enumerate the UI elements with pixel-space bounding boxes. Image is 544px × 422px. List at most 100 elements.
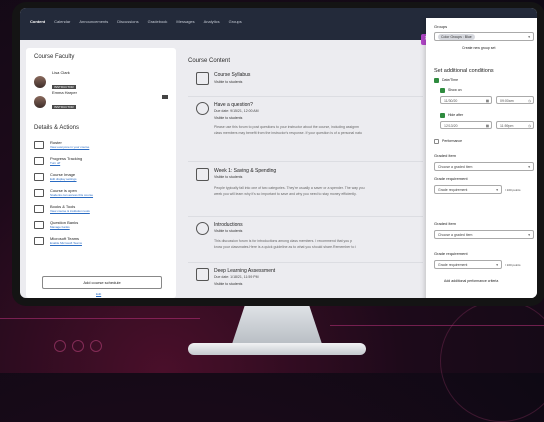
hide-after-date-input[interactable]: 12/13/20 ▦	[440, 121, 492, 129]
tab-calendar[interactable]: Calendar	[54, 19, 70, 24]
detail-link[interactable]: Manage banks	[50, 225, 78, 229]
bank-icon	[34, 221, 44, 229]
decor-circle	[72, 340, 84, 352]
item-description: Please use this forum to post questions …	[214, 125, 359, 129]
tab-discussions[interactable]: Discussions	[117, 19, 138, 24]
detail-link[interactable]: Students can access this course	[50, 193, 93, 197]
chevron-down-icon: ▾	[528, 165, 530, 169]
item-title[interactable]: Week 1: Saving & Spending	[214, 168, 276, 174]
tab-messages[interactable]: Messages	[176, 19, 194, 24]
progress-icon	[34, 157, 44, 165]
graded-item-select[interactable]: Choose a graded item ▾	[434, 230, 534, 239]
graded-item-label: Graded item	[434, 153, 457, 158]
select-value: Choose a graded item	[438, 165, 473, 169]
teams-icon	[34, 237, 44, 245]
divider	[188, 262, 423, 263]
detail-course-image[interactable]: Course Image Edit display settings	[34, 172, 77, 181]
datetime-checkbox[interactable]	[434, 78, 439, 83]
detail-link[interactable]: Enable Microsoft Teams	[50, 241, 82, 245]
release-conditions-panel: Groups Color Groups : Blue ▾ Create new …	[426, 18, 537, 298]
points-suffix: / 100 points	[505, 263, 521, 267]
grade-req-label: Grade requirement	[434, 176, 468, 181]
item-title[interactable]: Deep Learning Assessment	[214, 268, 275, 274]
item-title[interactable]: Introductions	[214, 222, 243, 228]
visibility-toggle[interactable]: Visible to students	[214, 175, 242, 179]
clock-icon: ◷	[527, 99, 531, 103]
divider	[188, 216, 423, 217]
item-description: know your classmates.Here is a quick gui…	[214, 245, 357, 249]
decor-line	[0, 318, 200, 319]
graded-item-select[interactable]: Choose a graded item ▾	[434, 162, 534, 171]
hide-after-checkbox[interactable]	[440, 113, 445, 118]
details-heading: Details & Actions	[34, 125, 80, 131]
create-group-button[interactable]: Create new group set	[462, 46, 495, 50]
image-icon	[34, 173, 44, 181]
tab-gradebook[interactable]: Gradebook	[148, 19, 168, 24]
tab-announcements[interactable]: Announcements	[79, 19, 108, 24]
hide-after-label: Hide after	[448, 113, 464, 117]
detail-question-banks[interactable]: Question Banks Manage banks	[34, 220, 78, 229]
add-schedule-button[interactable]: Add course schedule	[42, 276, 162, 289]
monitor-base	[188, 343, 366, 355]
grade-req-select[interactable]: Grade requirement ▾	[434, 185, 502, 194]
group-chip[interactable]: Color Groups : Blue	[438, 34, 475, 40]
message-icon[interactable]	[162, 95, 168, 99]
grade-req-select[interactable]: Grade requirement ▾	[434, 260, 502, 269]
add-criteria-button[interactable]: Add additional performance criteria	[444, 279, 498, 283]
due-date: Due date: 9/15/21, 12:00 AM	[214, 109, 259, 113]
item-description: People typically fall into one of two ca…	[214, 186, 365, 190]
select-value: Grade requirement	[438, 188, 468, 192]
chevron-down-icon: ▾	[528, 233, 530, 237]
decor-circle	[54, 340, 66, 352]
faculty-name: Lisa Clark	[52, 70, 70, 75]
item-title[interactable]: Course Syllabus	[214, 72, 250, 78]
edit-link[interactable]: Edit	[96, 292, 101, 296]
show-on-checkbox[interactable]	[440, 88, 445, 93]
groups-select[interactable]: Color Groups : Blue ▾	[434, 32, 534, 41]
faculty-name: Emma Harper	[52, 90, 77, 95]
show-on-time-input[interactable]: 09:00am ◷	[496, 96, 534, 104]
detail-link[interactable]: Turn off	[50, 161, 82, 165]
faculty-member[interactable]: Emma Harper INSTRUCTOR	[34, 90, 77, 113]
eye-icon	[34, 189, 44, 197]
datetime-label: Date/Time	[442, 78, 459, 82]
points-suffix: / 100 points	[505, 188, 521, 192]
item-title[interactable]: Have a question?	[214, 102, 253, 108]
performance-checkbox[interactable]	[434, 139, 439, 144]
discussion-icon	[196, 222, 209, 235]
tab-analytics[interactable]: Analytics	[204, 19, 220, 24]
role-badge: INSTRUCTOR	[52, 85, 76, 89]
visibility-toggle[interactable]: Visible to students	[214, 116, 242, 120]
detail-progress[interactable]: Progress Tracking Turn off	[34, 156, 82, 165]
detail-roster[interactable]: Roster View everyone in your course	[34, 140, 89, 149]
detail-teams[interactable]: Microsoft Teams Enable Microsoft Teams	[34, 236, 82, 245]
detail-books-tools[interactable]: Books & Tools View course & institution t…	[34, 204, 90, 213]
date-value: 11/30/20	[444, 99, 458, 103]
show-on-date-input[interactable]: 11/30/20 ▦	[440, 96, 492, 104]
visibility-toggle[interactable]: Visible to students	[214, 282, 242, 286]
roster-icon	[34, 141, 44, 149]
faculty-heading: Course Faculty	[34, 54, 75, 60]
tab-groups[interactable]: Groups	[229, 19, 242, 24]
visibility-toggle[interactable]: Visible to students	[214, 80, 242, 84]
assessment-icon	[196, 268, 209, 281]
select-value: Choose a graded item	[438, 233, 473, 237]
detail-course-open[interactable]: Course is open Students can access this c…	[34, 188, 93, 197]
hide-after-time-input[interactable]: 11:59pm ◷	[496, 121, 534, 129]
detail-link[interactable]: Edit display settings	[50, 177, 77, 181]
screen: Content Calendar Announcements Discussio…	[20, 8, 537, 298]
tools-icon	[34, 205, 44, 213]
detail-link[interactable]: View everyone in your course	[50, 145, 89, 149]
detail-link[interactable]: View course & institution tools	[50, 209, 90, 213]
groups-label: Groups	[434, 24, 448, 29]
performance-label: Performance	[442, 139, 463, 143]
time-value: 11:59pm	[500, 124, 514, 128]
graded-item-label: Graded item	[434, 221, 457, 226]
divider	[188, 161, 423, 162]
monitor-stand	[232, 306, 322, 344]
date-value: 12/13/20	[444, 124, 458, 128]
tab-content[interactable]: Content	[30, 19, 45, 24]
discussion-icon	[196, 102, 209, 115]
visibility-toggle[interactable]: Visible to students	[214, 229, 242, 233]
show-on-label: Show on	[448, 88, 462, 92]
